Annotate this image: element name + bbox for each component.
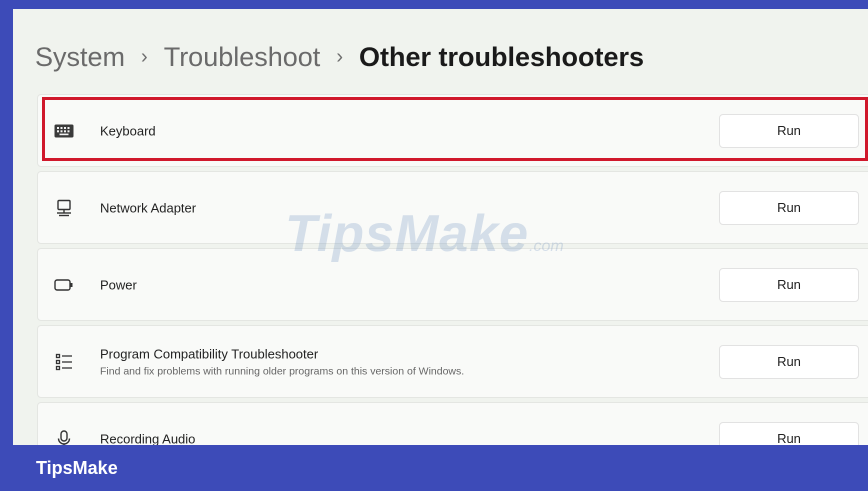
breadcrumb: System › Troubleshoot › Other troublesho… <box>35 37 644 77</box>
troubleshooter-title: Power <box>100 277 137 292</box>
footer-brand: TipsMake <box>36 458 118 478</box>
footer-bar: TipsMake <box>0 445 868 491</box>
troubleshooter-row-recording-audio: Recording Audio Run <box>37 402 868 445</box>
breadcrumb-system[interactable]: System <box>35 42 125 73</box>
run-keyboard-button[interactable]: Run <box>719 113 859 148</box>
troubleshooter-title: Keyboard <box>100 123 156 138</box>
breadcrumb-separator: › <box>141 45 148 68</box>
troubleshooter-row-network-adapter: Network Adapter Run <box>37 171 868 244</box>
list-icon <box>54 352 74 372</box>
troubleshooter-title: Program Compatibility Troubleshooter <box>100 346 319 361</box>
troubleshooter-list: Keyboard Run Network Adapter Run Power R… <box>37 94 868 445</box>
troubleshooter-description: Find and fix problems with running older… <box>100 365 465 377</box>
troubleshooter-title: Recording Audio <box>100 431 196 445</box>
breadcrumb-troubleshoot[interactable]: Troubleshoot <box>164 42 321 73</box>
troubleshooter-row-keyboard: Keyboard Run <box>37 94 868 167</box>
run-recording-audio-button[interactable]: Run <box>719 421 859 445</box>
microphone-icon <box>54 429 74 445</box>
troubleshooter-title: Network Adapter <box>100 200 197 215</box>
troubleshooter-row-power: Power Run <box>37 248 868 321</box>
run-power-button[interactable]: Run <box>719 267 859 302</box>
network-adapter-icon <box>54 198 74 218</box>
settings-window: System › Troubleshoot › Other troublesho… <box>13 9 868 445</box>
breadcrumb-separator: › <box>336 45 343 68</box>
battery-icon <box>54 275 74 295</box>
troubleshooter-row-program-compatibility: Program Compatibility Troubleshooter Fin… <box>37 325 868 398</box>
keyboard-icon <box>54 121 74 141</box>
page-title: Other troubleshooters <box>358 41 645 72</box>
run-network-adapter-button[interactable]: Run <box>719 190 859 225</box>
run-program-compatibility-button[interactable]: Run <box>719 344 859 379</box>
